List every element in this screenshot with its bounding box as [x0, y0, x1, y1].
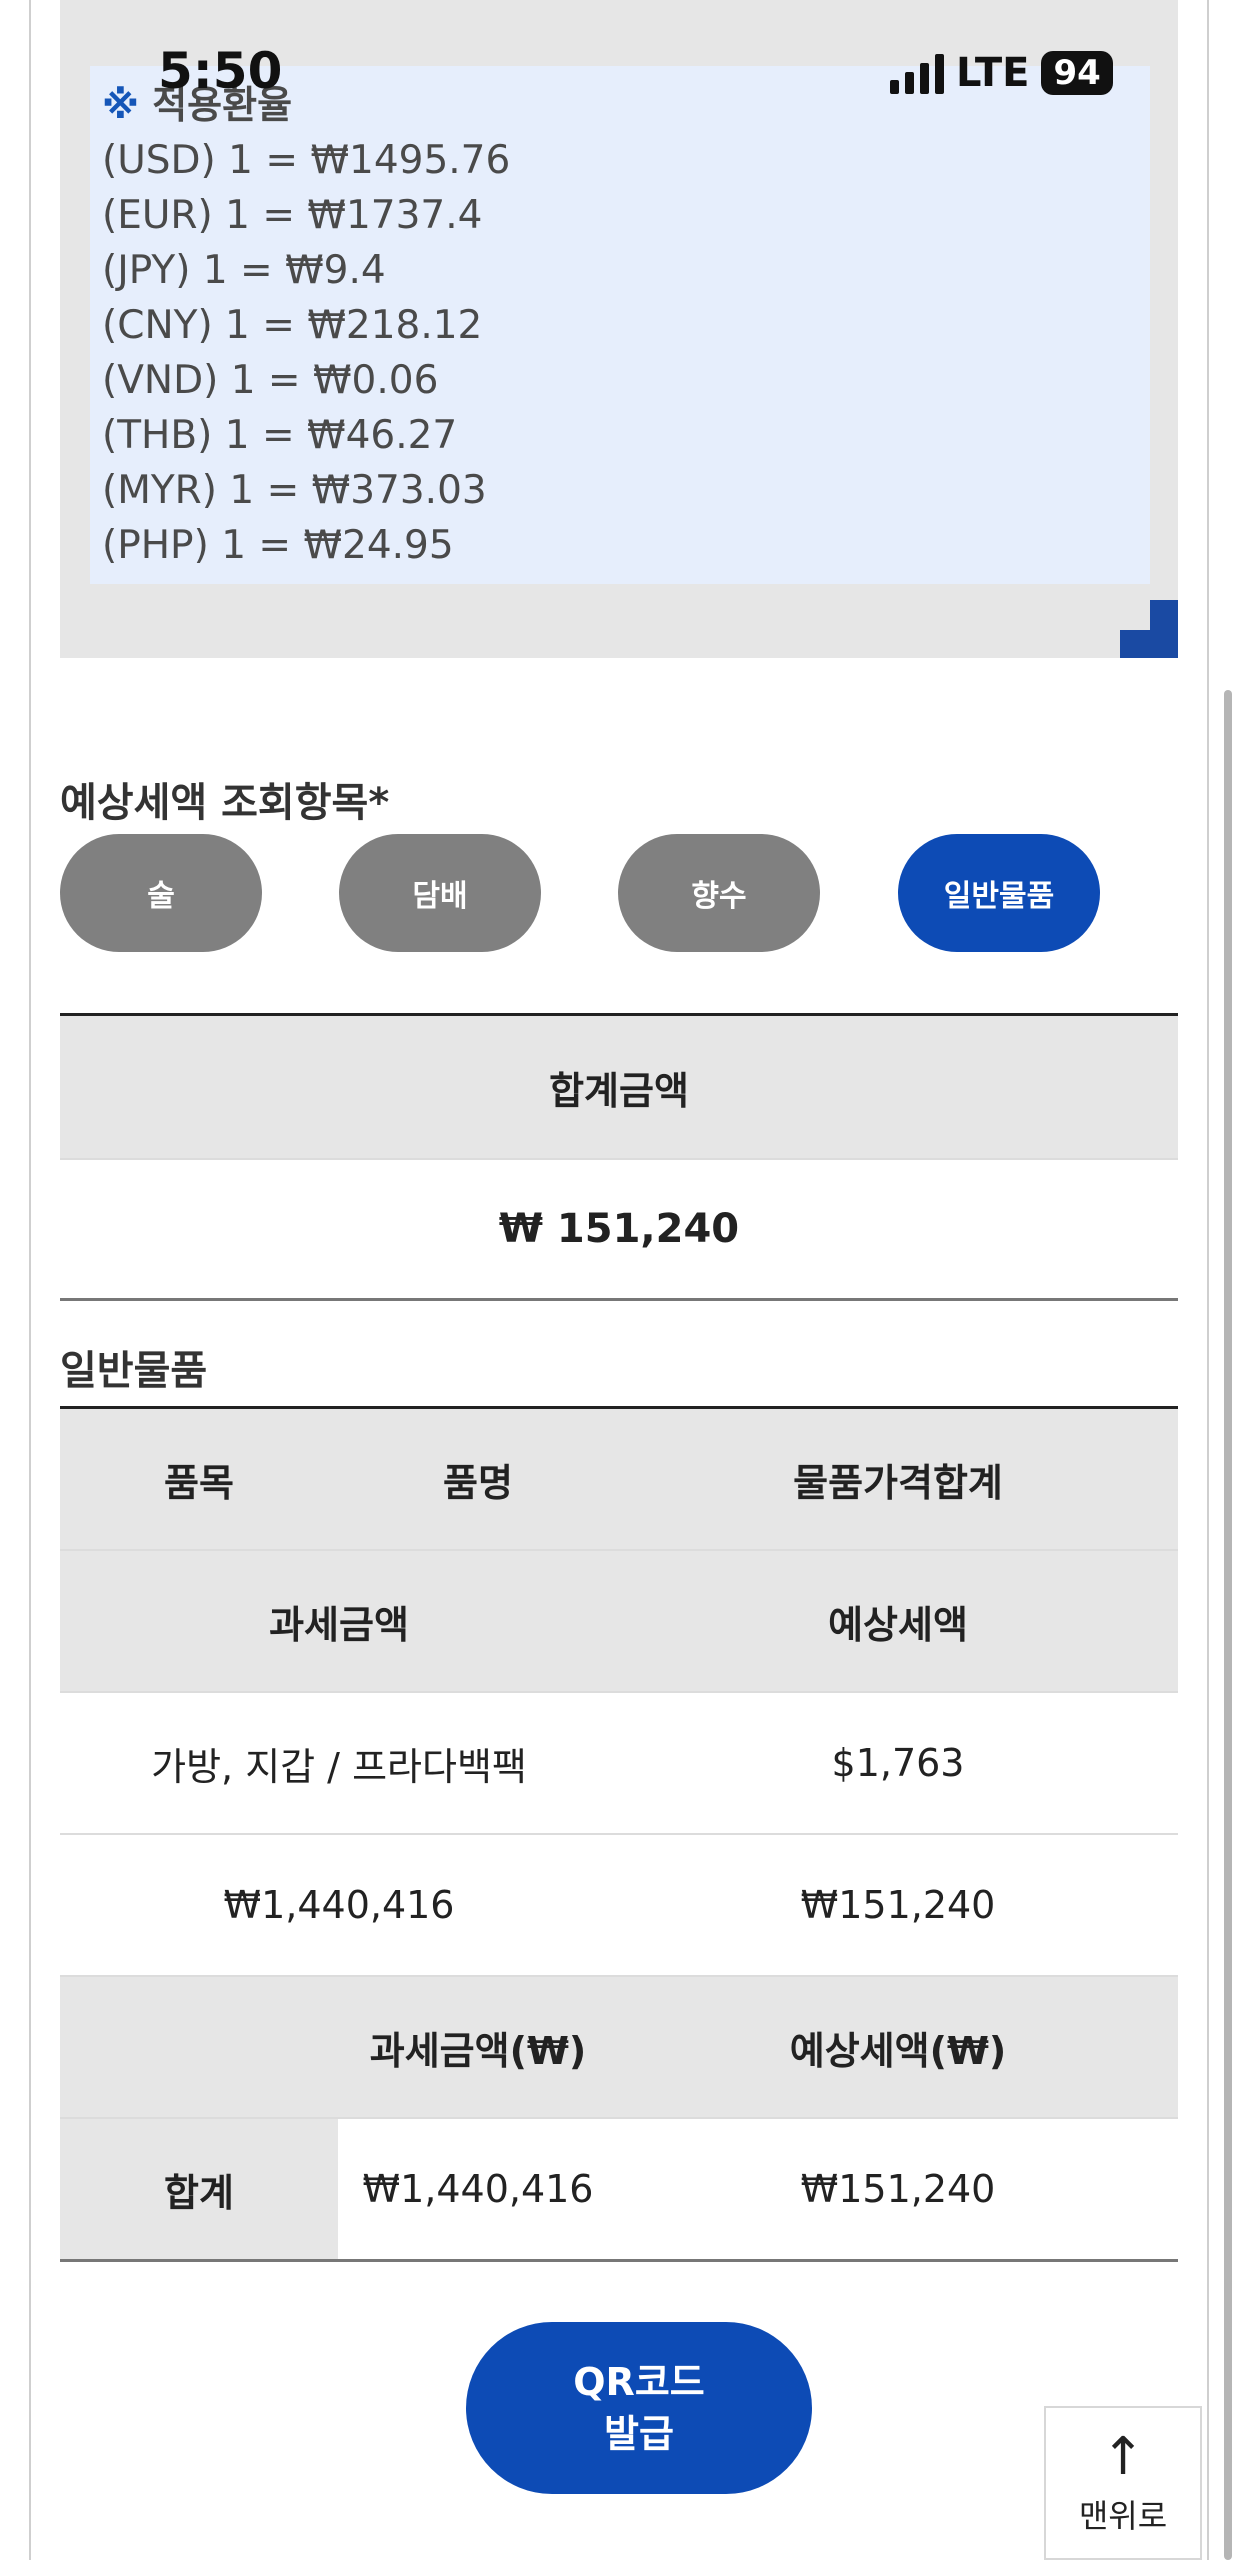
network-type: LTE — [956, 50, 1030, 96]
totals-tax: ₩151,240 — [800, 2167, 996, 2211]
totals-header-taxable: 과세금액(₩) — [369, 2028, 587, 2073]
table-header-row: 과세금액 예상세액 — [60, 1551, 1178, 1691]
rate-cny: (CNY) 1 = ₩218.12 — [102, 303, 483, 348]
rate-vnd: (VND) 1 = ₩0.06 — [102, 358, 439, 403]
section-title-general-goods: 일반물품 — [60, 1348, 208, 1394]
category-buttons: 술 담배 향수 일반물품 — [60, 834, 1180, 952]
totals-header-tax: 예상세액(₩) — [789, 2028, 1007, 2073]
page-frame-left — [29, 0, 31, 2560]
status-time: 5:50 — [158, 42, 283, 100]
col-header-est-tax: 예상세액 — [828, 1602, 968, 1647]
table-header-row: 품목 품명 물품가격합계 — [60, 1409, 1178, 1549]
table-row: ₩1,440,416 ₩151,240 — [60, 1835, 1178, 1975]
cell-item-name: 가방, 지갑 / 프라다백팩 — [151, 1744, 527, 1789]
rate-jpy: (JPY) 1 = ₩9.4 — [102, 248, 386, 293]
scrollbar[interactable] — [1224, 690, 1232, 2560]
arrow-up-icon: ↑ — [1101, 2427, 1145, 2487]
category-button-perfume[interactable]: 향수 — [618, 834, 820, 952]
back-to-top-label: 맨위로 — [1078, 2497, 1168, 2535]
rate-myr: (MYR) 1 = ₩373.03 — [102, 468, 487, 513]
rate-usd: (USD) 1 = ₩1495.76 — [102, 138, 511, 183]
table-row: 가방, 지갑 / 프라다백팩 $1,763 — [60, 1693, 1178, 1833]
summary-header: 합계금액 — [549, 1068, 689, 1113]
summary-header-row: 합계금액 — [60, 1016, 1178, 1158]
category-button-tobacco[interactable]: 담배 — [339, 834, 541, 952]
battery-icon: 94 — [1041, 51, 1113, 95]
category-button-general-goods[interactable]: 일반물품 — [898, 834, 1100, 952]
qr-button-line1: QR코드 — [573, 2360, 705, 2404]
rate-eur: (EUR) 1 = ₩1737.4 — [102, 193, 483, 238]
qr-code-issue-button[interactable]: QR코드 발급 — [466, 2322, 812, 2494]
status-indicators: LTE 94 — [890, 50, 1113, 96]
rate-thb: (THB) 1 = ₩46.27 — [102, 413, 458, 458]
exchange-rate-textarea[interactable]: ※ 적용환율 (USD) 1 = ₩1495.76 (EUR) 1 = ₩173… — [90, 66, 1150, 584]
general-goods-table: 품목 품명 물품가격합계 과세금액 예상세액 가방, 지갑 / 프라다백팩 $1… — [60, 1406, 1178, 2262]
col-header-price-total: 물품가격합계 — [793, 1460, 1003, 1505]
category-button-liquor[interactable]: 술 — [60, 834, 262, 952]
back-to-top-button[interactable]: ↑ 맨위로 — [1044, 2406, 1202, 2560]
qr-button-line2: 발급 — [604, 2412, 674, 2456]
totals-taxable: ₩1,440,416 — [362, 2167, 594, 2211]
resize-handle-icon[interactable] — [1120, 600, 1178, 658]
summary-table: 합계금액 ₩ 151,240 — [60, 1013, 1178, 1301]
col-header-taxable: 과세금액 — [269, 1602, 409, 1647]
page-frame-right — [1207, 0, 1209, 2560]
cell-taxable: ₩1,440,416 — [223, 1883, 455, 1927]
totals-row: 합계 ₩1,440,416 ₩151,240 — [60, 2119, 1178, 2259]
rate-php: (PHP) 1 = ₩24.95 — [102, 523, 454, 568]
col-header-item: 품목 — [164, 1460, 234, 1505]
totals-header-blank — [60, 1977, 338, 2117]
signal-icon — [890, 52, 944, 94]
cell-price-total: $1,763 — [831, 1741, 965, 1785]
query-heading: 예상세액 조회항목* — [60, 780, 390, 826]
col-header-name: 품명 — [443, 1460, 513, 1505]
summary-value: ₩ 151,240 — [498, 1206, 740, 1252]
summary-value-row: ₩ 151,240 — [60, 1160, 1178, 1298]
totals-header-row: 과세금액(₩) 예상세액(₩) — [60, 1977, 1178, 2117]
totals-label: 합계 — [60, 2119, 338, 2259]
cell-est-tax: ₩151,240 — [800, 1883, 996, 1927]
